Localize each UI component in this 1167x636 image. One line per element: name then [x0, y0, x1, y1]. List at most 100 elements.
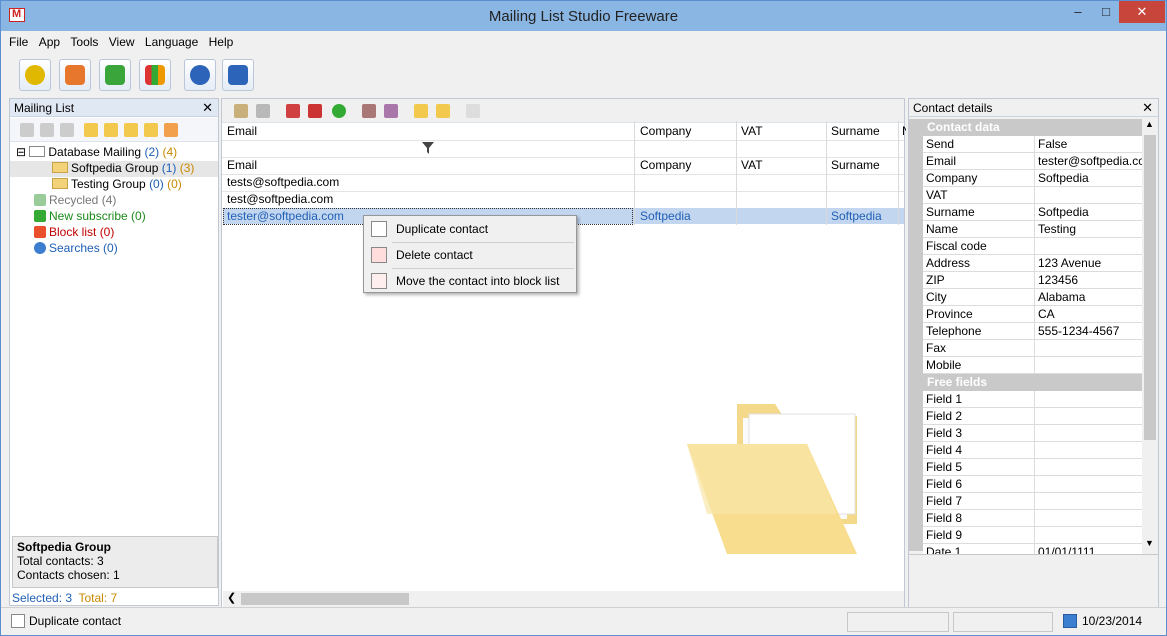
close-icon[interactable]: ✕ [1142, 100, 1153, 116]
scroll-up-icon[interactable]: ▲ [1145, 119, 1154, 129]
property-value[interactable] [1035, 187, 1142, 204]
property-row[interactable]: Field 8 [923, 510, 1142, 527]
property-value[interactable]: CA [1035, 306, 1142, 323]
property-row[interactable]: City Alabama [923, 289, 1142, 306]
move-folder-icon[interactable] [414, 104, 428, 118]
column-header-name[interactable]: N [898, 123, 906, 140]
folder-settings-icon[interactable] [124, 123, 138, 137]
property-row[interactable]: Field 5 [923, 459, 1142, 476]
funnel-icon[interactable] [422, 142, 434, 154]
property-row[interactable]: Surname Softpedia [923, 204, 1142, 221]
cell-company[interactable]: Softpedia [636, 208, 736, 225]
property-value[interactable]: 123 Avenue [1035, 255, 1142, 272]
column-header-email-2[interactable]: Email [223, 157, 633, 174]
property-value[interactable] [1035, 493, 1142, 510]
delete-list-icon[interactable] [60, 123, 74, 137]
scroll-left-icon[interactable]: ❮ [227, 591, 236, 604]
send-button[interactable] [99, 59, 131, 91]
property-value[interactable]: Alabama [1035, 289, 1142, 306]
property-row[interactable]: Field 7 [923, 493, 1142, 510]
property-value[interactable]: 123456 [1035, 272, 1142, 289]
contacts-button[interactable] [19, 59, 51, 91]
tree-item-new-subscribe[interactable]: New subscribe (0) [10, 209, 218, 225]
property-row[interactable]: Fax [923, 340, 1142, 357]
property-row[interactable]: Address 123 Avenue [923, 255, 1142, 272]
tree-item-database[interactable]: ⊟ Database Mailing (2) (4) [10, 145, 218, 161]
property-row[interactable]: Send False [923, 136, 1142, 153]
menu-file[interactable]: File [9, 35, 28, 49]
property-value[interactable]: Testing [1035, 221, 1142, 238]
property-value[interactable] [1035, 476, 1142, 493]
property-value[interactable] [1035, 340, 1142, 357]
property-value[interactable]: 555-1234-4567 [1035, 323, 1142, 340]
property-row[interactable]: Field 6 [923, 476, 1142, 493]
column-header-vat-2[interactable]: VAT [737, 157, 825, 174]
property-value[interactable]: Softpedia [1035, 204, 1142, 221]
copy-folder-icon[interactable] [436, 104, 450, 118]
scroll-thumb[interactable] [1144, 135, 1156, 440]
column-header-surname-2[interactable]: Surname [827, 157, 897, 174]
new-folder-icon[interactable] [84, 123, 98, 137]
property-row[interactable]: Telephone 555-1234-4567 [923, 323, 1142, 340]
tree-item-testing-group[interactable]: Testing Group (0) (0) [10, 177, 218, 193]
property-value[interactable] [1035, 425, 1142, 442]
property-row[interactable]: VAT [923, 187, 1142, 204]
property-value[interactable]: tester@softpedia.com [1035, 153, 1142, 170]
column-header-company[interactable]: Company [636, 123, 736, 140]
column-header-vat[interactable]: VAT [737, 123, 825, 140]
category-contact-data[interactable]: Contact data [923, 119, 1142, 136]
edit-list-icon[interactable] [40, 123, 54, 137]
vertical-scrollbar[interactable]: ▲ ▼ [1142, 119, 1158, 551]
open-folder-icon[interactable] [144, 123, 158, 137]
scroll-thumb[interactable] [241, 593, 409, 605]
tree-item-recycled[interactable]: Recycled (4) [10, 193, 218, 209]
home-user-button[interactable] [222, 59, 254, 91]
edit-contact-icon[interactable] [384, 104, 398, 118]
remove-icon[interactable] [308, 104, 322, 118]
close-button[interactable]: ✕ [1119, 1, 1165, 23]
mail-button[interactable] [59, 59, 91, 91]
property-value[interactable]: False [1035, 136, 1142, 153]
column-header-surname[interactable]: Surname [827, 123, 897, 140]
delete-contact-menu-item[interactable]: Delete contact [366, 243, 574, 267]
menu-app[interactable]: App [39, 35, 60, 49]
property-value[interactable] [1035, 459, 1142, 476]
cell-email[interactable]: test@softpedia.com [223, 191, 633, 208]
new-list-icon[interactable] [20, 123, 34, 137]
delete-folder-icon[interactable] [164, 123, 178, 137]
maximize-button[interactable]: □ [1089, 1, 1123, 23]
property-row[interactable]: Field 9 [923, 527, 1142, 544]
property-row[interactable]: Name Testing [923, 221, 1142, 238]
property-value[interactable] [1035, 510, 1142, 527]
property-row[interactable]: Field 3 [923, 425, 1142, 442]
menu-language[interactable]: Language [145, 35, 198, 49]
filter-icon[interactable] [466, 104, 480, 118]
property-row[interactable]: Date 1 01/01/1111 [923, 544, 1142, 554]
stats-button[interactable] [139, 59, 171, 91]
property-row[interactable]: Emailtester@softpedia.com [923, 153, 1142, 170]
horizontal-scrollbar[interactable]: ❮ [223, 591, 904, 607]
property-row[interactable]: Field 2 [923, 408, 1142, 425]
edit-folder-icon[interactable] [104, 123, 118, 137]
block-list-menu-item[interactable]: Move the contact into block list [366, 269, 574, 293]
block-contact-icon[interactable] [362, 104, 376, 118]
scroll-down-icon[interactable]: ▼ [1145, 538, 1154, 548]
property-value[interactable]: 01/01/1111 [1035, 544, 1142, 554]
property-value[interactable]: Softpedia [1035, 170, 1142, 187]
duplicate-contact-menu-item[interactable]: Duplicate contact [366, 217, 574, 241]
menu-view[interactable]: View [109, 35, 135, 49]
property-value[interactable] [1035, 408, 1142, 425]
menu-help[interactable]: Help [209, 35, 234, 49]
cell-email[interactable]: tests@softpedia.com [223, 174, 633, 191]
property-value[interactable] [1035, 357, 1142, 374]
property-value[interactable] [1035, 527, 1142, 544]
column-header-email[interactable]: Email [223, 123, 633, 140]
property-value[interactable] [1035, 391, 1142, 408]
tree-item-softpedia-group[interactable]: Softpedia Group (1) (3) [10, 161, 218, 177]
property-row[interactable]: Mobile [923, 357, 1142, 374]
delete-contact-icon[interactable] [286, 104, 300, 118]
property-row[interactable]: Company Softpedia [923, 170, 1142, 187]
tree-item-block-list[interactable]: Block list (0) [10, 225, 218, 241]
collapse-icon[interactable]: ⊟ [16, 145, 29, 159]
duplicate-contact-icon[interactable] [256, 104, 270, 118]
